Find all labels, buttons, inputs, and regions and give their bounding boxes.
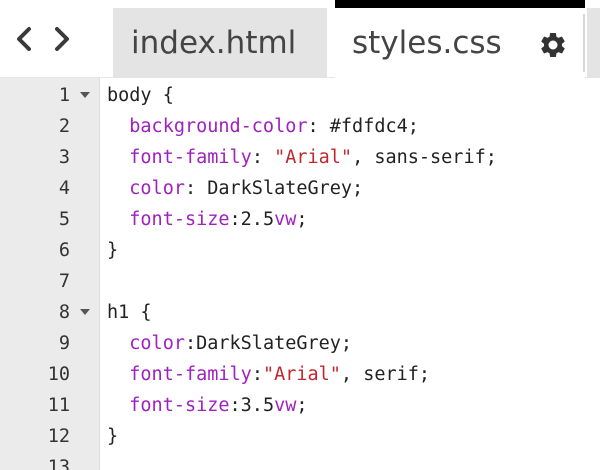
code-token: :DarkSlateGrey; [184,333,353,354]
code-line[interactable]: 3 font-family: "Arial", sans-serif; [0,142,600,173]
code-token: } [107,240,119,261]
tab-label: index.html [131,25,297,61]
code-line[interactable]: 2 background-color: #fdfdc4; [0,111,600,142]
fold-triangle-icon[interactable] [80,92,90,98]
code-token: background-color [129,116,308,137]
code-text: background-color: #fdfdc4; [107,111,419,142]
line-number: 7 [58,271,70,292]
code-token: h1 { [107,302,152,323]
code-token: font-family [129,364,252,385]
code-token: font-family [129,147,252,168]
code-token: :2.5 [229,209,275,230]
line-number: 12 [47,426,70,447]
code-line[interactable]: 1 body { [0,80,600,111]
code-token: : [251,147,275,168]
code-text: font-size:3.5vw; [107,390,308,421]
code-token: : [251,364,263,385]
tab-label: styles.css [352,25,502,61]
active-tab-indicator [335,0,585,8]
line-number: 4 [58,178,70,199]
code-line[interactable]: 5 font-size:2.5vw; [0,204,600,235]
code-line[interactable]: 8 h1 { [0,297,600,328]
code-text: font-family:"Arial", serif; [107,359,430,390]
line-number: 10 [47,364,70,385]
fold-triangle-icon[interactable] [80,309,90,315]
line-number: 11 [47,395,70,416]
chevron-left-icon [17,27,31,51]
code-text: h1 { [107,297,152,328]
code-text: font-family: "Arial", sans-serif; [107,142,497,173]
code-line[interactable]: 10 font-family:"Arial", serif; [0,359,600,390]
line-number: 6 [58,240,70,261]
code-token: color [129,178,185,199]
line-number: 5 [58,209,70,230]
back-button[interactable] [12,24,36,54]
tab-divider [583,14,585,72]
code-token: "Arial" [274,147,353,168]
code-text: body { [107,80,174,111]
code-token: : #fdfdc4; [307,116,419,137]
code-token: vw [274,395,297,416]
chevron-right-icon [55,27,69,51]
code-token: body { [107,85,174,106]
forward-button[interactable] [50,24,74,54]
code-token: : DarkSlateGrey; [184,178,364,199]
code-text: color: DarkSlateGrey; [107,173,363,204]
code-line[interactable]: 6} [0,235,600,266]
code-line[interactable]: 4 color: DarkSlateGrey; [0,173,600,204]
code-token: vw [274,209,297,230]
code-token: } [107,426,119,447]
code-token: font-size [129,209,230,230]
code-text: } [107,421,118,452]
code-token: , sans-serif; [352,147,497,168]
line-number: 3 [58,147,70,168]
code-line[interactable]: 13 [0,452,600,470]
code-token: "Arial" [262,364,341,385]
tab-index-html[interactable]: index.html [113,8,327,78]
line-number: 2 [58,116,70,137]
code-line[interactable]: 9 color:DarkSlateGrey; [0,328,600,359]
tab-bar: index.html styles.css [0,0,600,78]
code-token: color [129,333,185,354]
tab-overflow [587,8,600,78]
code-text: font-size:2.5vw; [107,204,308,235]
line-number: 9 [58,333,70,354]
line-number: 8 [58,302,70,323]
line-number: 1 [58,85,70,106]
code-text: } [107,235,118,266]
code-token: :3.5 [229,395,275,416]
code-token: ; [296,395,308,416]
settings-button[interactable] [537,29,569,61]
code-token: , serif; [340,364,431,385]
code-line[interactable]: 7 [0,266,600,297]
line-number: 13 [47,457,70,470]
code-token: font-size [129,395,230,416]
gear-icon [541,32,565,57]
code-line[interactable]: 11 font-size:3.5vw; [0,390,600,421]
code-text: color:DarkSlateGrey; [107,328,352,359]
history-nav [0,0,106,78]
code-token: ; [296,209,308,230]
code-line[interactable]: 12} [0,421,600,452]
